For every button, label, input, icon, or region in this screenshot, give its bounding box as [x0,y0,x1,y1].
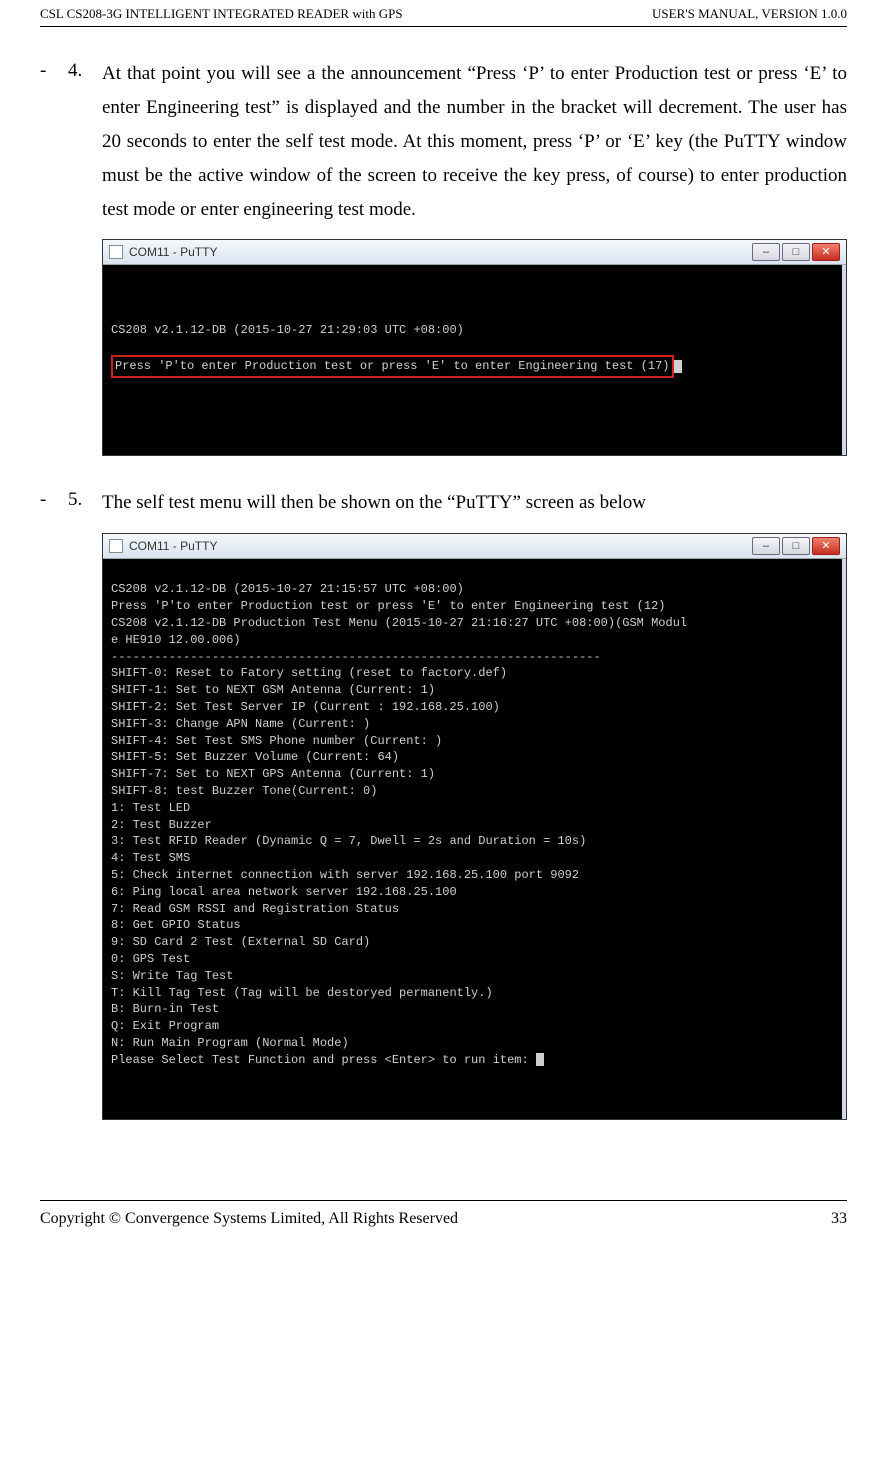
term2-line: B: Burn-in Test [111,1001,834,1018]
term2-line: SHIFT-5: Set Buzzer Volume (Current: 64) [111,749,834,766]
term2-line: 0: GPS Test [111,951,834,968]
header-left: CSL CS208-3G INTELLIGENT INTEGRATED READ… [40,4,403,24]
term2-line: e HE910 12.00.006) [111,632,834,649]
page-footer: Copyright © Convergence Systems Limited,… [40,1200,847,1231]
window-titlebar: COM11 - PuTTY – □ ✕ [103,534,846,559]
paragraph-text: At that point you will see a the announc… [102,57,847,228]
term2-line: SHIFT-3: Change APN Name (Current: ) [111,716,834,733]
term2-line: 7: Read GSM RSSI and Registration Status [111,901,834,918]
minimize-button[interactable]: – [752,243,780,261]
window-buttons: – □ ✕ [752,243,840,261]
term2-line: CS208 v2.1.12-DB Production Test Menu (2… [111,615,834,632]
footer-right: 33 [831,1207,847,1231]
term2-line: 8: Get GPIO Status [111,917,834,934]
term2-line: 3: Test RFID Reader (Dynamic Q = 7, Dwel… [111,833,834,850]
term2-line: SHIFT-1: Set to NEXT GSM Antenna (Curren… [111,682,834,699]
term2-line: 2: Test Buzzer [111,817,834,834]
screenshot-figure-2: COM11 - PuTTY – □ ✕ CS208 v2.1.12-DB (20… [102,533,847,1120]
putty-window: COM11 - PuTTY – □ ✕ CS208 v2.1.12-DB (20… [103,240,846,455]
list-item-5: - 5. The self test menu will then be sho… [40,486,847,520]
putty-window: COM11 - PuTTY – □ ✕ CS208 v2.1.12-DB (20… [103,534,846,1119]
term2-line: SHIFT-0: Reset to Fatory setting (reset … [111,665,834,682]
minimize-button[interactable]: – [752,537,780,555]
term2-line: CS208 v2.1.12-DB (2015-10-27 21:15:57 UT… [111,581,834,598]
close-button[interactable]: ✕ [812,537,840,555]
term2-line: Please Select Test Function and press <E… [111,1052,834,1069]
window-buttons: – □ ✕ [752,537,840,555]
bullet-number: 4. [68,57,102,228]
cursor-icon [536,1053,544,1066]
bullet-number: 5. [68,486,102,520]
term1-line1: CS208 v2.1.12-DB (2015-10-27 21:29:03 UT… [111,322,834,339]
term2-line: S: Write Tag Test [111,968,834,985]
screenshot-figure-1: COM11 - PuTTY – □ ✕ CS208 v2.1.12-DB (20… [102,239,847,456]
term2-line: 9: SD Card 2 Test (External SD Card) [111,934,834,951]
window-titlebar: COM11 - PuTTY – □ ✕ [103,240,846,265]
term2-line: 4: Test SMS [111,850,834,867]
cursor-icon [674,360,682,373]
terminal-output: CS208 v2.1.12-DB (2015-10-27 21:15:57 UT… [103,559,846,1119]
page-header: CSL CS208-3G INTELLIGENT INTEGRATED READ… [40,0,847,27]
term2-line: T: Kill Tag Test (Tag will be destoryed … [111,985,834,1002]
header-right: USER'S MANUAL, VERSION 1.0.0 [652,4,847,24]
window-title: COM11 - PuTTY [129,243,217,261]
maximize-button[interactable]: □ [782,243,810,261]
term2-line: 1: Test LED [111,800,834,817]
term2-line: 6: Ping local area network server 192.16… [111,884,834,901]
term2-line: ----------------------------------------… [111,649,834,666]
bullet-dash: - [40,486,68,520]
term2-line: SHIFT-8: test Buzzer Tone(Current: 0) [111,783,834,800]
maximize-button[interactable]: □ [782,537,810,555]
putty-icon [109,245,123,259]
term2-line: Q: Exit Program [111,1018,834,1035]
footer-left: Copyright © Convergence Systems Limited,… [40,1207,458,1231]
term2-line: SHIFT-7: Set to NEXT GPS Antenna (Curren… [111,766,834,783]
terminal-output: CS208 v2.1.12-DB (2015-10-27 21:29:03 UT… [103,265,846,455]
term2-line: Press 'P'to enter Production test or pre… [111,598,834,615]
term2-line: SHIFT-2: Set Test Server IP (Current : 1… [111,699,834,716]
paragraph-text: The self test menu will then be shown on… [102,486,847,520]
putty-icon [109,539,123,553]
bullet-dash: - [40,57,68,228]
close-button[interactable]: ✕ [812,243,840,261]
term2-line: N: Run Main Program (Normal Mode) [111,1035,834,1052]
term2-line: SHIFT-4: Set Test SMS Phone number (Curr… [111,733,834,750]
list-item-4: - 4. At that point you will see a the an… [40,57,847,228]
highlighted-prompt: Press 'P'to enter Production test or pre… [111,355,674,378]
term2-line: 5: Check internet connection with server… [111,867,834,884]
window-title: COM11 - PuTTY [129,537,217,555]
